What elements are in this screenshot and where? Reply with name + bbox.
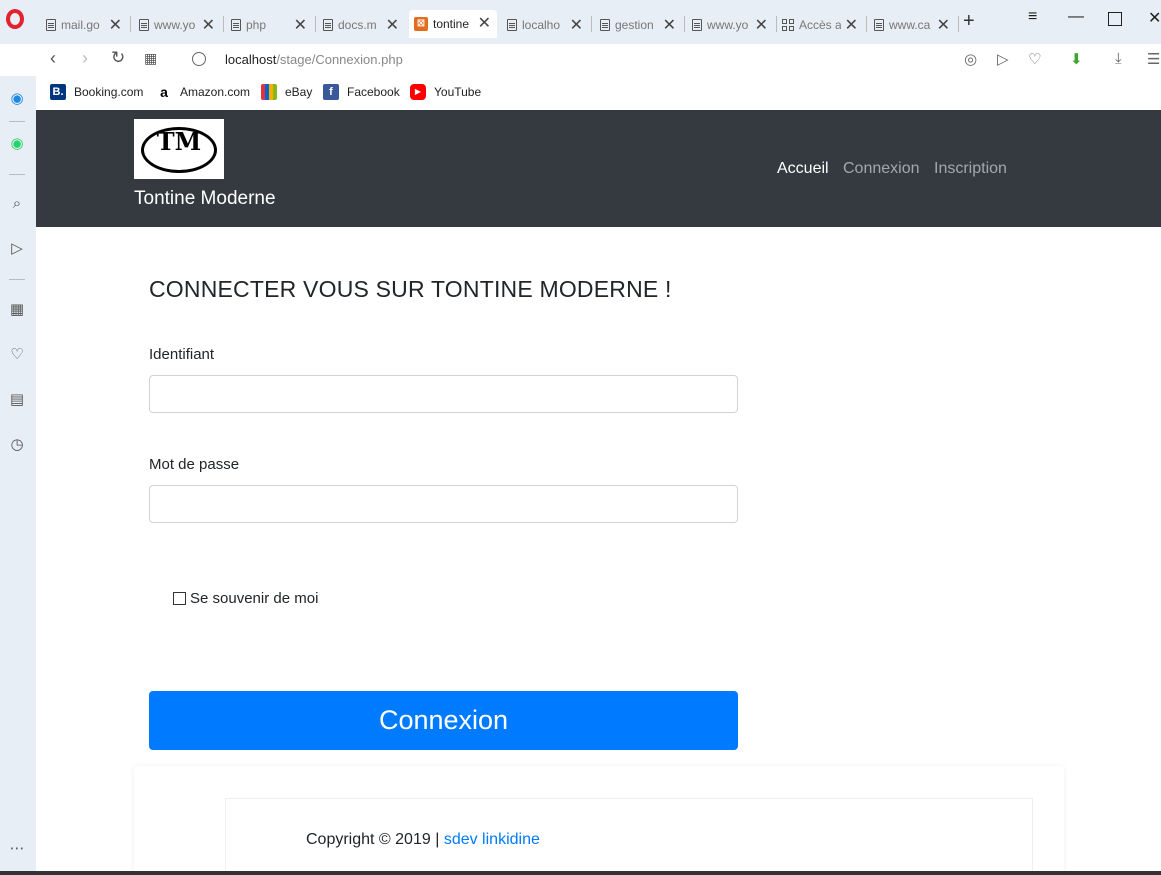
close-tab-icon[interactable]: ✕ bbox=[202, 15, 215, 35]
maximize-icon[interactable] bbox=[1108, 12, 1122, 26]
ebay-icon bbox=[261, 84, 277, 100]
apps-grid-icon bbox=[782, 19, 794, 31]
bookmark-youtube[interactable]: ▶ YouTube bbox=[410, 84, 481, 100]
username-label: Identifiant bbox=[149, 346, 215, 363]
minimize-icon[interactable]: — bbox=[1068, 8, 1084, 26]
remember-me-checkbox[interactable] bbox=[173, 592, 186, 605]
extension-download-icon[interactable]: ⬇ bbox=[1070, 50, 1083, 68]
copyright-text: Copyright © 2019 | sdev linkidine bbox=[306, 831, 540, 848]
footer-inner: Copyright © 2019 | sdev linkidine bbox=[225, 798, 1033, 875]
page-icon bbox=[600, 19, 610, 31]
snapshot-icon[interactable]: ◎ bbox=[964, 50, 977, 68]
messenger-icon[interactable]: ◉ bbox=[7, 89, 27, 109]
news-icon[interactable]: ▤ bbox=[7, 390, 27, 410]
close-tab-icon[interactable]: ✕ bbox=[109, 15, 122, 35]
close-tab-icon[interactable]: ✕ bbox=[663, 15, 676, 35]
downloads-icon[interactable]: ⤓ bbox=[1115, 50, 1122, 67]
author-link[interactable]: sdev linkidine bbox=[444, 831, 540, 848]
browser-tab[interactable]: mail.go ✕ bbox=[46, 12, 128, 38]
bookmark-ebay[interactable]: eBay bbox=[261, 84, 312, 100]
page-icon bbox=[139, 19, 149, 31]
footer: Copyright © 2019 | sdev linkidine bbox=[134, 766, 1064, 875]
browser-tab-active[interactable]: ⊠ tontine ✕ bbox=[409, 10, 497, 38]
close-tab-icon[interactable]: ✕ bbox=[937, 15, 950, 35]
nav-link-inscription[interactable]: Inscription bbox=[934, 160, 1007, 178]
page-icon bbox=[46, 19, 56, 31]
opera-menu-icon[interactable] bbox=[6, 9, 24, 29]
password-field[interactable] bbox=[149, 485, 738, 523]
logo-text: TM bbox=[156, 127, 202, 156]
site-info-icon[interactable] bbox=[192, 52, 206, 66]
bookmark-booking[interactable]: B. Booking.com bbox=[50, 84, 143, 100]
browser-tab[interactable]: localho ✕ bbox=[507, 12, 589, 38]
close-tab-icon[interactable]: ✕ bbox=[755, 15, 768, 35]
browser-sidebar: ◉ ◉ ⌕ ▷ ▦ ♡ ▤ ◷ ⋯ bbox=[0, 76, 36, 875]
youtube-icon: ▶ bbox=[410, 84, 426, 100]
page-icon bbox=[323, 19, 333, 31]
send-icon[interactable]: ▷ bbox=[997, 50, 1009, 68]
site-logo[interactable]: TM bbox=[134, 119, 224, 179]
bookmark-heart-icon[interactable]: ♡ bbox=[1028, 50, 1041, 68]
username-field[interactable] bbox=[149, 375, 738, 413]
site-navbar: TM Tontine Moderne Accueil Connexion Ins… bbox=[36, 110, 1161, 227]
booking-icon: B. bbox=[50, 84, 66, 100]
more-options-icon[interactable]: ⋯ bbox=[7, 839, 27, 859]
remember-me[interactable]: Se souvenir de moi bbox=[173, 590, 318, 607]
page-icon bbox=[874, 19, 884, 31]
browser-tab[interactable]: php ✕ bbox=[231, 12, 313, 38]
easy-setup-icon[interactable]: ☰ bbox=[1147, 50, 1160, 68]
browser-tab[interactable]: www.yo ✕ bbox=[692, 12, 774, 38]
url-field[interactable]: localhost/stage/Connexion.php bbox=[225, 52, 403, 67]
remember-me-label: Se souvenir de moi bbox=[190, 590, 319, 607]
page-icon bbox=[507, 19, 517, 31]
search-icon[interactable]: ⌕ bbox=[7, 194, 27, 214]
page-icon bbox=[692, 19, 702, 31]
browser-tab[interactable]: www.ca ✕ bbox=[874, 12, 956, 38]
site-brand[interactable]: Tontine Moderne bbox=[134, 188, 276, 210]
browser-tab[interactable]: Accès a ✕ bbox=[782, 12, 864, 38]
facebook-icon: f bbox=[323, 84, 339, 100]
window-bottom-border bbox=[0, 871, 1161, 875]
tab-menu-icon[interactable]: ≡ bbox=[1028, 8, 1037, 26]
xampp-icon: ⊠ bbox=[414, 17, 428, 31]
bookmark-amazon[interactable]: a Amazon.com bbox=[156, 84, 250, 100]
speed-dial-icon[interactable]: ▦ bbox=[144, 50, 157, 67]
history-icon[interactable]: ◷ bbox=[7, 435, 27, 455]
close-window-icon[interactable]: ✕ bbox=[1148, 8, 1161, 28]
browser-tab[interactable]: gestion ✕ bbox=[600, 12, 682, 38]
browser-tab-bar: mail.go ✕ www.yo ✕ php ✕ docs.m ✕ ⊠ tont… bbox=[0, 0, 1161, 44]
reload-icon[interactable]: ↻ bbox=[111, 48, 125, 68]
forward-icon[interactable]: › bbox=[82, 48, 88, 69]
page-title: CONNECTER VOUS SUR TONTINE MODERNE ! bbox=[149, 276, 672, 302]
browser-tab[interactable]: docs.m ✕ bbox=[323, 12, 405, 38]
close-tab-icon[interactable]: ✕ bbox=[478, 13, 491, 33]
nav-link-accueil[interactable]: Accueil bbox=[777, 160, 829, 178]
web-page: TM Tontine Moderne Accueil Connexion Ins… bbox=[36, 110, 1161, 875]
login-button[interactable]: Connexion bbox=[149, 691, 738, 750]
bookmark-facebook[interactable]: f Facebook bbox=[323, 84, 400, 100]
close-tab-icon[interactable]: ✕ bbox=[386, 15, 399, 35]
new-tab-icon[interactable]: + bbox=[963, 10, 975, 33]
amazon-icon: a bbox=[160, 84, 168, 100]
browser-tab[interactable]: www.yo ✕ bbox=[139, 12, 221, 38]
password-label: Mot de passe bbox=[149, 456, 240, 473]
send-icon[interactable]: ▷ bbox=[7, 239, 27, 259]
close-tab-icon[interactable]: ✕ bbox=[570, 15, 583, 35]
address-bar: ‹ › ↻ ▦ localhost/stage/Connexion.php ◎ … bbox=[36, 44, 1161, 76]
close-tab-icon[interactable]: ✕ bbox=[845, 15, 858, 35]
page-icon bbox=[231, 19, 241, 31]
speed-dial-icon[interactable]: ▦ bbox=[7, 300, 27, 320]
bookmarks-heart-icon[interactable]: ♡ bbox=[7, 345, 27, 365]
bookmarks-bar: B. Booking.com a Amazon.com eBay f Faceb… bbox=[36, 76, 1161, 110]
back-icon[interactable]: ‹ bbox=[50, 48, 56, 69]
nav-link-connexion[interactable]: Connexion bbox=[843, 160, 920, 178]
close-tab-icon[interactable]: ✕ bbox=[294, 15, 307, 35]
whatsapp-icon[interactable]: ◉ bbox=[7, 134, 27, 154]
